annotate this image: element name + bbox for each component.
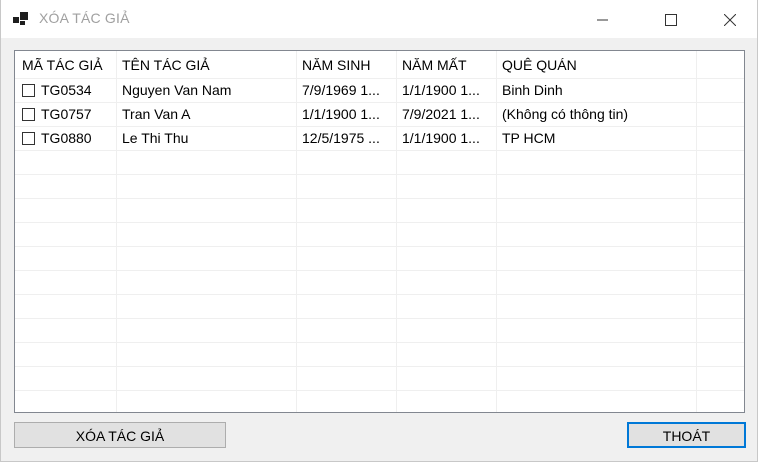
cell-death-year[interactable]: 1/1/1900 1... <box>402 130 494 146</box>
row-select-checkbox[interactable] <box>22 132 35 145</box>
cell-death-year[interactable]: 1/1/1900 1... <box>402 82 494 98</box>
column-divider <box>396 51 397 412</box>
row-divider <box>15 198 744 199</box>
close-icon <box>724 14 736 26</box>
cell-author-name[interactable]: Le Thi Thu <box>122 130 294 146</box>
cell-birth-year[interactable]: 1/1/1900 1... <box>302 106 394 122</box>
row-divider <box>15 174 744 175</box>
minimize-icon <box>597 19 608 21</box>
row-divider <box>15 342 744 343</box>
column-divider <box>696 51 697 412</box>
column-divider <box>496 51 497 412</box>
exit-button[interactable]: THOÁT <box>627 422 746 448</box>
window-title: XÓA TÁC GIẢ <box>39 10 130 26</box>
row-divider <box>15 270 744 271</box>
column-header-author-name[interactable]: TÊN TÁC GIẢ <box>122 57 210 73</box>
cell-author-id[interactable]: TG0534 <box>41 82 115 98</box>
row-divider <box>15 246 744 247</box>
cell-death-year[interactable]: 7/9/2021 1... <box>402 106 494 122</box>
row-divider <box>15 294 744 295</box>
cell-birth-year[interactable]: 12/5/1975 ... <box>302 130 394 146</box>
app-icon <box>13 11 29 27</box>
delete-author-window: XÓA TÁC GIẢ MÃ TÁC GIẢ TÊN TÁC GIẢ NĂM S… <box>0 0 758 462</box>
row-divider <box>15 222 744 223</box>
cell-author-id[interactable]: TG0880 <box>41 130 115 146</box>
column-header-death-year[interactable]: NĂM MẤT <box>402 57 467 73</box>
row-divider <box>15 318 744 319</box>
row-select-checkbox[interactable] <box>22 84 35 97</box>
maximize-button[interactable] <box>647 0 693 38</box>
cell-author-name[interactable]: Nguyen Van Nam <box>122 82 294 98</box>
row-divider <box>15 102 744 103</box>
cell-birth-year[interactable]: 7/9/1969 1... <box>302 82 394 98</box>
column-header-hometown[interactable]: QUÊ QUÁN <box>502 57 577 73</box>
row-divider <box>15 150 744 151</box>
cell-author-id[interactable]: TG0757 <box>41 106 115 122</box>
column-header-author-id[interactable]: MÃ TÁC GIẢ <box>22 57 103 73</box>
row-divider <box>15 390 744 391</box>
cell-hometown[interactable]: Binh Dinh <box>502 82 694 98</box>
row-divider <box>15 126 744 127</box>
minimize-button[interactable] <box>579 0 625 38</box>
authors-grid[interactable]: MÃ TÁC GIẢ TÊN TÁC GIẢ NĂM SINH NĂM MẤT … <box>14 50 745 413</box>
close-button[interactable] <box>706 0 752 38</box>
title-bar[interactable]: XÓA TÁC GIẢ <box>1 0 757 38</box>
column-divider <box>296 51 297 412</box>
row-select-checkbox[interactable] <box>22 108 35 121</box>
row-divider <box>15 78 744 79</box>
cell-hometown[interactable]: TP HCM <box>502 130 694 146</box>
column-header-birth-year[interactable]: NĂM SINH <box>302 57 370 73</box>
cell-author-name[interactable]: Tran Van A <box>122 106 294 122</box>
column-divider <box>116 51 117 412</box>
cell-hometown[interactable]: (Không có thông tin) <box>502 106 694 122</box>
delete-author-button[interactable]: XÓA TÁC GIẢ <box>14 422 226 448</box>
maximize-icon <box>665 14 677 26</box>
row-divider <box>15 366 744 367</box>
